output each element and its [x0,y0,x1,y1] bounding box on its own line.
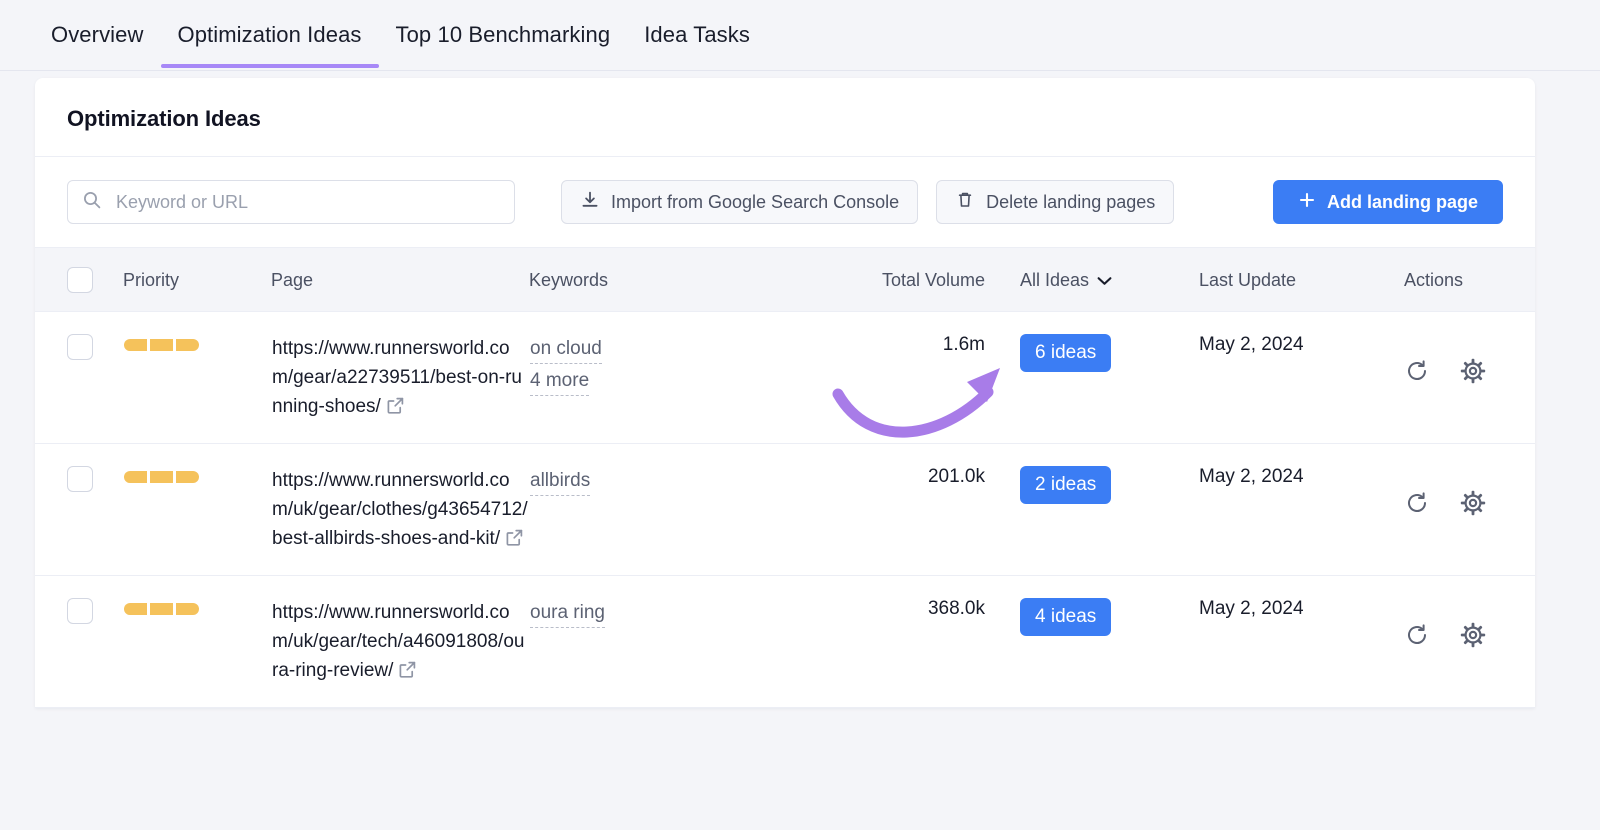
total-volume-cell: 368.0k [841,575,999,708]
table-row: https://www.runnersworld.com/gear/a22739… [35,311,1535,444]
last-update-cell: May 2, 2024 [1183,311,1391,444]
priority-cell [123,575,271,708]
keyword-link[interactable]: on cloud [530,334,602,364]
total-volume-cell: 1.6m [841,311,999,444]
priority-segment [124,471,147,483]
keywords-cell: oura ring [529,575,841,708]
select-all-checkbox[interactable] [67,267,93,293]
search-input[interactable] [114,190,500,214]
keywords-cell: allbirds [529,443,841,576]
refresh-icon[interactable] [1404,358,1430,390]
optimization-ideas-card: Optimization Ideas Import from Goog [35,78,1535,708]
row-select-cell [35,311,123,444]
external-link-icon[interactable] [386,396,405,421]
keyword-link[interactable]: oura ring [530,598,605,628]
row-select-cell [35,443,123,576]
ideas-badge[interactable]: 4 ideas [1020,598,1112,636]
gear-icon[interactable] [1460,622,1486,654]
priority-segment [150,603,173,615]
actions-cell [1391,575,1535,708]
select-all-header [35,247,123,312]
optimization-ideas-table: Priority Page Keywords Total Volume All … [35,247,1535,708]
priority-bar [124,339,270,351]
ideas-cell: 6 ideas [999,311,1183,444]
toolbar: Import from Google Search Console Delete… [35,157,1535,247]
tab-idea-tasks[interactable]: Idea Tasks [627,0,767,68]
ideas-badge[interactable]: 6 ideas [1020,334,1112,372]
row-checkbox[interactable] [67,466,93,492]
header-last-update[interactable]: Last Update [1183,247,1391,312]
priority-segment [176,471,199,483]
table-header-row: Priority Page Keywords Total Volume All … [35,247,1535,312]
priority-cell [123,443,271,576]
chevron-down-icon [1097,270,1112,291]
priority-segment [176,339,199,351]
delete-landing-pages-button[interactable]: Delete landing pages [936,180,1175,224]
external-link-icon[interactable] [505,528,524,553]
ideas-badge[interactable]: 2 ideas [1020,466,1112,504]
external-link-icon[interactable] [398,660,417,685]
delete-button-label: Delete landing pages [986,191,1156,212]
ideas-filter-label: All Ideas [1020,269,1090,290]
keyword-link[interactable]: allbirds [530,466,591,496]
ideas-cell: 4 ideas [999,575,1183,708]
row-actions [1404,334,1534,390]
header-actions: Actions [1391,247,1535,312]
table-row: https://www.runnersworld.com/uk/gear/tec… [35,575,1535,708]
gear-icon[interactable] [1460,358,1486,390]
import-from-google-search-console-button[interactable]: Import from Google Search Console [561,180,919,224]
page-cell: https://www.runnersworld.com/uk/gear/clo… [271,443,529,576]
priority-cell [123,311,271,444]
priority-segment [124,339,147,351]
actions-cell [1391,443,1535,576]
last-update-cell: May 2, 2024 [1183,443,1391,576]
actions-cell [1391,311,1535,444]
page-cell: https://www.runnersworld.com/gear/a22739… [271,311,529,444]
page-url[interactable]: https://www.runnersworld.com/uk/gear/clo… [272,470,528,549]
keywords-cell: on cloud 4 more [529,311,841,444]
header-priority[interactable]: Priority [123,247,271,312]
download-icon [580,190,600,215]
header-ideas-filter[interactable]: All Ideas [999,247,1183,312]
add-button-label: Add landing page [1327,191,1478,212]
ideas-cell: 2 ideas [999,443,1183,576]
refresh-icon[interactable] [1404,622,1430,654]
row-select-cell [35,575,123,708]
page-title: Optimization Ideas [67,106,261,131]
refresh-icon[interactable] [1404,490,1430,522]
tab-optimization-ideas[interactable]: Optimization Ideas [160,0,379,68]
row-actions [1404,598,1534,654]
row-checkbox[interactable] [67,334,93,360]
search-box[interactable] [67,180,515,224]
priority-segment [124,603,147,615]
tab-bar: Overview Optimization Ideas Top 10 Bench… [0,0,1600,71]
import-button-label: Import from Google Search Console [611,191,900,212]
gear-icon[interactable] [1460,490,1486,522]
row-actions [1404,466,1534,522]
row-checkbox[interactable] [67,598,93,624]
table-body: https://www.runnersworld.com/gear/a22739… [35,311,1535,708]
plus-icon [1298,191,1316,214]
table-row: https://www.runnersworld.com/uk/gear/clo… [35,443,1535,576]
priority-segment [150,471,173,483]
search-icon [82,190,102,215]
priority-bar [124,603,270,615]
header-keywords[interactable]: Keywords [529,247,841,312]
tab-top-10-benchmarking[interactable]: Top 10 Benchmarking [379,0,628,68]
priority-segment [176,603,199,615]
last-update-cell: May 2, 2024 [1183,575,1391,708]
total-volume-cell: 201.0k [841,443,999,576]
tab-overview[interactable]: Overview [34,0,161,68]
header-total-volume[interactable]: Total Volume [841,247,999,312]
keyword-link[interactable]: 4 more [530,366,590,396]
trash-icon [955,190,975,215]
priority-bar [124,471,270,483]
header-page[interactable]: Page [271,247,529,312]
page-cell: https://www.runnersworld.com/uk/gear/tec… [271,575,529,708]
priority-segment [150,339,173,351]
add-landing-page-button[interactable]: Add landing page [1273,180,1503,224]
